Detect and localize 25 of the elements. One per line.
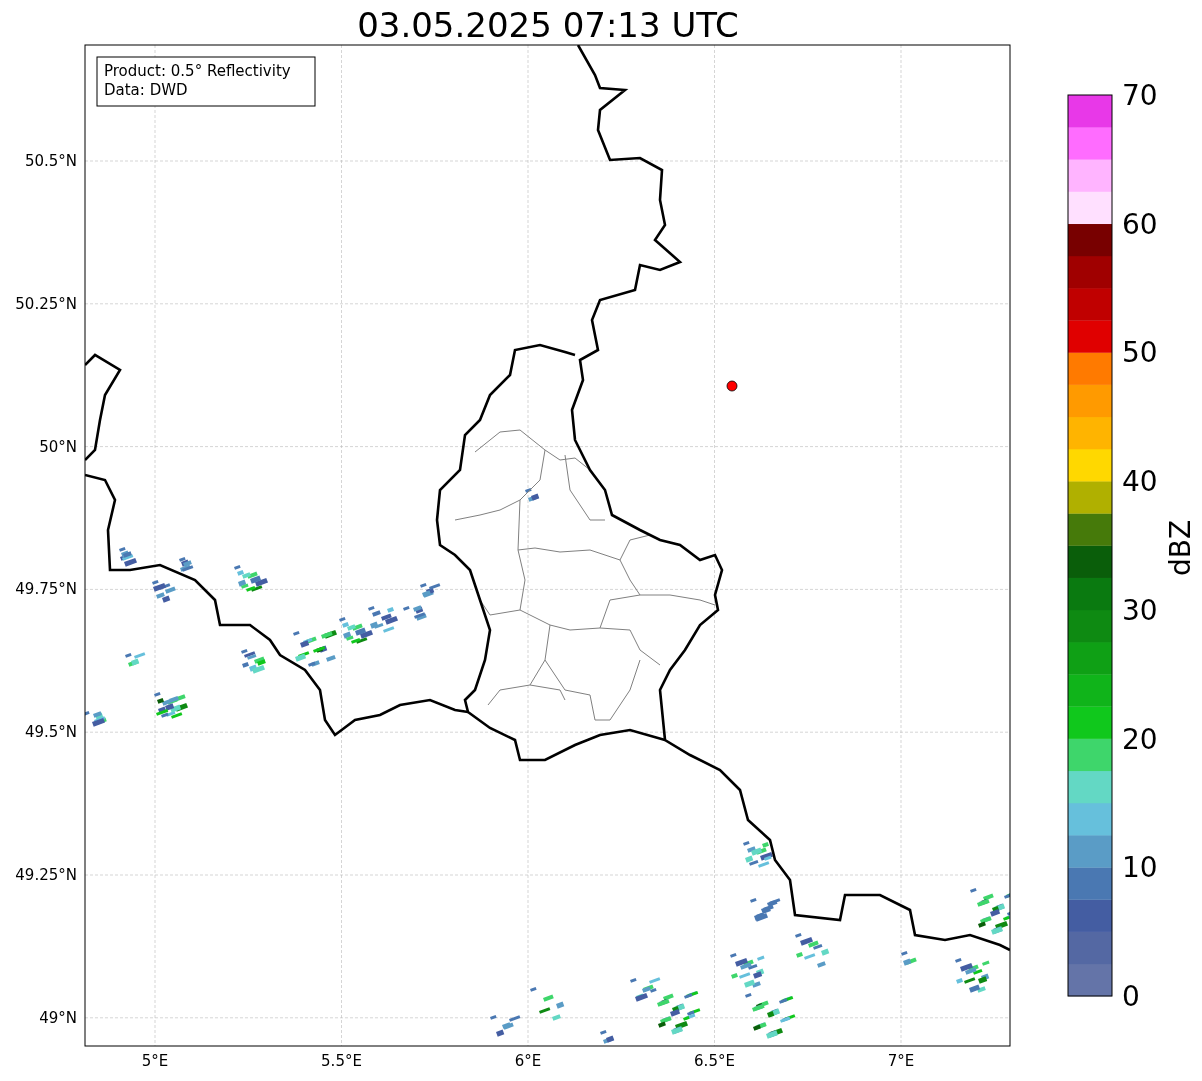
axis-label: 50.5°N bbox=[24, 152, 77, 170]
axis-label: 5.5°E bbox=[321, 1052, 362, 1070]
colorbar-label: 0 bbox=[1122, 979, 1140, 1013]
axis-label: 7°E bbox=[887, 1052, 915, 1070]
colorbar-title: dBZ bbox=[1164, 519, 1197, 577]
site-marker bbox=[726, 380, 738, 392]
colorbar-label: 70 bbox=[1122, 79, 1158, 112]
colorbar-label: 20 bbox=[1122, 722, 1158, 756]
colorbar-label: 50 bbox=[1122, 336, 1158, 370]
axis-label: 6°E bbox=[514, 1052, 542, 1070]
colorbar-label: 40 bbox=[1122, 465, 1158, 499]
colorbar-label: 10 bbox=[1122, 851, 1158, 885]
axis-label: 50.25°N bbox=[15, 294, 77, 313]
axis-label: 50°N bbox=[39, 437, 77, 456]
colorbar-label: 60 bbox=[1122, 207, 1158, 241]
colorbar-label: 30 bbox=[1122, 593, 1158, 627]
legend-text: Data: DWD bbox=[104, 81, 188, 99]
axis-label: 49°N bbox=[39, 1008, 77, 1027]
chart-title: 03.05.2025 07:13 UTC bbox=[357, 5, 739, 45]
axis-label: 49.5°N bbox=[24, 723, 77, 742]
axis-label: 49.75°N bbox=[15, 580, 77, 599]
axis-label: 5°E bbox=[141, 1052, 169, 1070]
axis-label: 49.25°N bbox=[15, 866, 77, 884]
legend-text: Product: 0.5° Reflectivity bbox=[104, 62, 291, 80]
axis-label: 6.5°E bbox=[694, 1052, 735, 1070]
